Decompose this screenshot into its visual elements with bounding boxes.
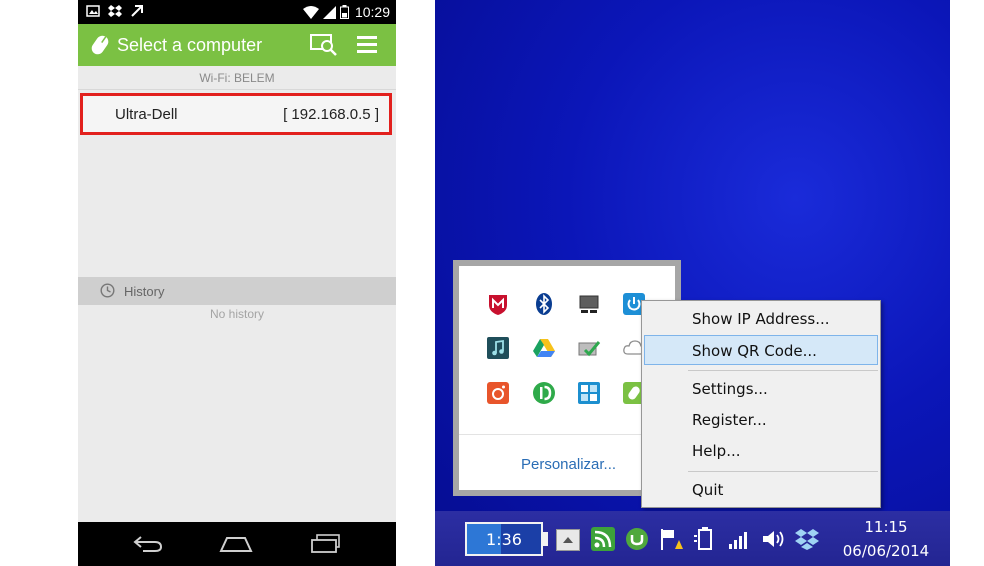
context-menu: Show IP Address... Show QR Code... Setti… [641,300,881,508]
computer-ip: [ 192.168.0.5 ] [283,106,379,123]
computer-name: Ultra-Dell [115,106,178,123]
recent-apps-icon[interactable] [310,534,342,554]
windows-desktop: Personalizar... Show IP Address... Show … [435,0,950,566]
menu-item-show-ip-address[interactable]: Show IP Address... [642,304,880,334]
usb-notification-icon [131,5,143,17]
android-nav-bar [78,522,396,566]
rss-feed-icon[interactable] [591,527,615,551]
no-history-text: No history [209,307,265,321]
wifi-signal-icon [302,5,319,19]
menu-separator [688,471,878,472]
battery-tip [543,532,548,546]
utorrent-icon[interactable] [625,527,649,551]
music-app-icon[interactable] [486,336,510,360]
app-title: Select a computer [117,35,263,55]
taskbar-clock-time[interactable]: 11:15 [841,518,931,536]
menu-item-register[interactable]: Register... [642,405,880,435]
menu-item-quit[interactable]: Quit [642,475,880,505]
status-bar: 10:29 [78,0,396,24]
mouse-logo-icon [91,35,109,55]
menu-separator [688,370,878,371]
battery-icon [339,5,349,19]
screenshot-composite: 10:29 Select a computer Wi-Fi: BELEM Ult… [0,0,984,566]
wifi-network-label: Wi-Fi: BELEM [78,66,396,90]
network-signal-icon[interactable] [727,527,751,551]
mcafee-icon[interactable] [486,292,510,316]
battery-time: 1:36 [486,530,522,549]
search-computer-icon[interactable] [310,33,338,57]
chevron-up-icon [563,537,573,543]
calculator-app-icon[interactable] [577,381,601,405]
personalize-link[interactable]: Personalizar... [521,456,616,473]
display-icon[interactable] [577,292,601,316]
history-header: History [78,277,396,305]
menu-item-show-qr-code[interactable]: Show QR Code... [644,335,878,365]
back-icon[interactable] [133,535,163,553]
computer-list-item[interactable]: Ultra-Dell [ 192.168.0.5 ] [80,93,392,135]
network-check-icon[interactable] [577,336,601,360]
history-label: History [124,284,165,299]
camera-app-icon[interactable] [486,381,510,405]
image-notification-icon [86,5,100,17]
dropbox-notification-icon [108,4,122,17]
volume-icon[interactable] [761,527,785,551]
home-icon[interactable] [219,535,253,553]
taskbar-clock-date[interactable]: 06/06/2014 [835,542,937,560]
app-bar: Select a computer [78,24,396,66]
menu-item-settings[interactable]: Settings... [642,374,880,404]
power-battery-icon[interactable] [693,527,717,551]
cell-signal-icon [322,5,336,19]
battery-meter[interactable]: 1:36 [465,522,543,556]
action-center-flag-icon[interactable] [659,527,683,551]
google-drive-icon[interactable] [532,336,556,360]
android-phone-screen: 10:29 Select a computer Wi-Fi: BELEM Ult… [78,0,396,566]
status-time: 10:29 [354,4,390,20]
taskbar: 1:36 11:15 06/06/2014 [435,511,950,566]
show-hidden-icons-button[interactable] [556,529,580,551]
menu-icon[interactable] [356,34,378,54]
identity-app-icon[interactable] [532,381,556,405]
clock-icon [100,283,115,298]
bluetooth-icon[interactable] [532,292,556,316]
dropbox-tray-icon[interactable] [795,527,819,551]
menu-item-help[interactable]: Help... [642,436,880,466]
